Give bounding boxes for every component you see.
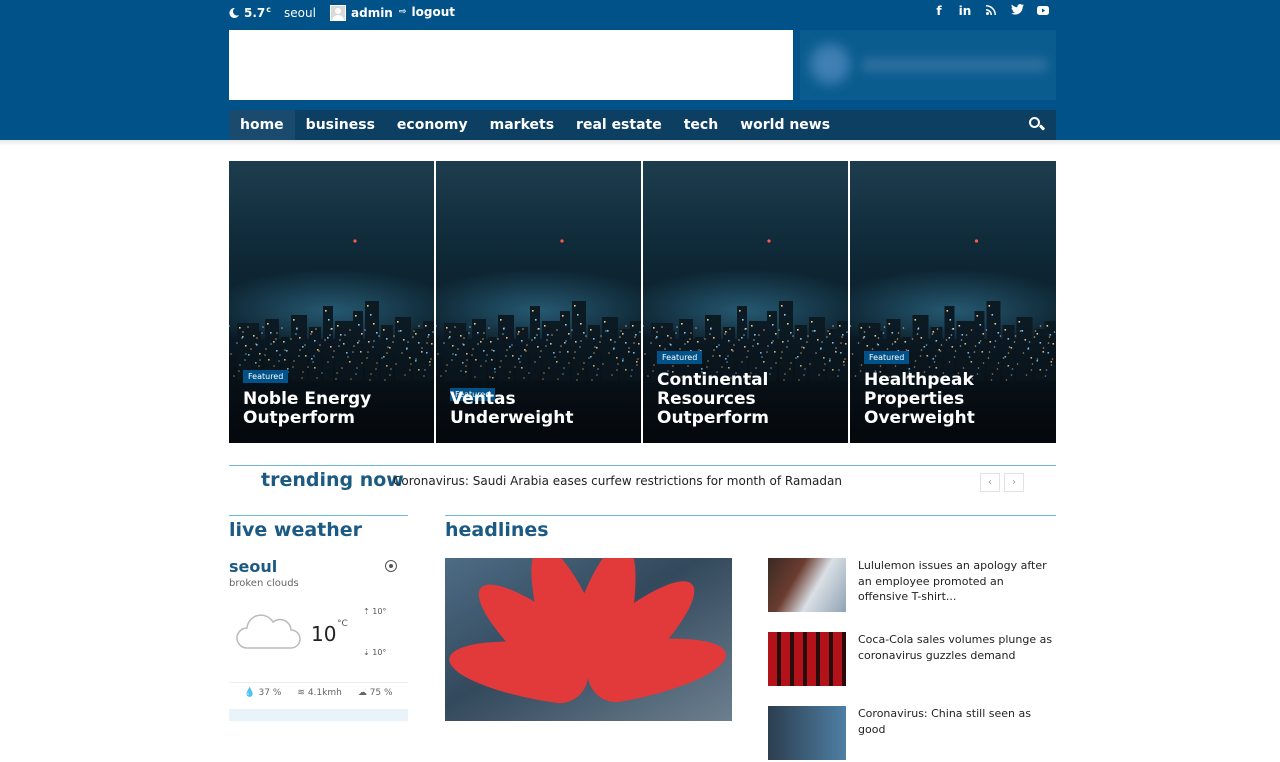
live-weather-widget: live weather seoul broken clouds 10 °C ⇡…	[229, 515, 408, 721]
nav-real-estate[interactable]: real estate	[565, 110, 673, 140]
weather-unit: °C	[337, 619, 348, 629]
cloudiness-value: 75 %	[369, 687, 393, 698]
humidity: 💧 37 %	[244, 688, 281, 698]
headlines-section-title: headlines	[445, 519, 549, 541]
locate-icon[interactable]	[385, 560, 397, 572]
nav-business[interactable]: business	[295, 110, 386, 140]
featured-card[interactable]: Featured Continental Resources Outperfor…	[643, 161, 848, 443]
weather-description: broken clouds	[229, 578, 299, 589]
trending-bar: trending now Coronavirus: Saudi Arabia e…	[229, 465, 1056, 495]
cloud-small-icon: ☁	[357, 687, 367, 698]
nav-economy[interactable]: economy	[386, 110, 479, 140]
headline-link[interactable]: Lululemon issues an apology after an emp…	[858, 558, 1056, 614]
headline-list-item[interactable]: Coca-Cola sales volumes plunge as corona…	[768, 632, 1056, 688]
wind-value: 4.1kmh	[307, 687, 342, 698]
top-bar: 5.7c seoul admin ⇨ logout f in	[229, 0, 1056, 24]
featured-grid: Featured Noble Energy Outperform Feature…	[229, 161, 1056, 443]
top-temperature: 5.7	[244, 6, 266, 20]
twitter-icon[interactable]	[1010, 4, 1024, 18]
user-menu[interactable]: admin	[330, 5, 393, 21]
site-header: 5.7c seoul admin ⇨ logout f in	[0, 0, 1280, 110]
news-thumbnail[interactable]	[768, 706, 846, 760]
logout-label[interactable]: logout	[412, 5, 455, 19]
humidity-value: 37 %	[258, 687, 282, 698]
trending-next-button[interactable]: ›	[1004, 473, 1024, 492]
nav-tech[interactable]: tech	[673, 110, 729, 140]
logo-text-blurred	[862, 58, 1047, 72]
featured-card[interactable]: Featured Ventas Underweight	[436, 161, 641, 443]
rss-icon[interactable]	[984, 4, 998, 18]
trending-headline-link[interactable]: Coronavirus: Saudi Arabia eases curfew r…	[393, 474, 842, 488]
cloudiness: ☁ 75 %	[358, 688, 393, 698]
headline-link[interactable]: Coronavirus: China still seen as good	[858, 706, 1056, 762]
top-city: seoul	[284, 5, 316, 20]
featured-badge[interactable]: Featured	[243, 370, 289, 383]
wind: ≋ 4.1kmh	[297, 688, 341, 698]
featured-card[interactable]: Featured Healthpeak Properties Overweigh…	[850, 161, 1056, 443]
main-nav: home business economy markets real estat…	[229, 110, 1056, 140]
logout-icon: ⇨	[399, 7, 407, 17]
site-logo[interactable]	[800, 30, 1056, 100]
moon-icon	[229, 7, 239, 18]
arrow-up-icon: ⇡	[363, 607, 370, 616]
nav-markets[interactable]: markets	[479, 110, 565, 140]
username[interactable]: admin	[351, 6, 393, 20]
featured-title[interactable]: Noble Energy Outperform	[243, 390, 426, 428]
weather-temperature: 10	[311, 622, 337, 646]
weather-low-value: 10°	[372, 648, 387, 657]
search-icon[interactable]	[1028, 116, 1046, 134]
social-links: f in	[932, 4, 1050, 18]
nav-home[interactable]: home	[229, 110, 295, 140]
header-shadow	[0, 140, 1280, 146]
youtube-icon[interactable]	[1036, 4, 1050, 18]
coca-cola-thumbnail[interactable]	[768, 632, 846, 686]
trending-prev-button[interactable]: ‹	[980, 473, 1000, 492]
weather-high: ⇡ 10°	[363, 607, 386, 616]
logout-link[interactable]: ⇨ logout	[399, 5, 455, 19]
wind-icon: ≋	[297, 687, 305, 698]
featured-title[interactable]: Continental Resources Outperform	[657, 371, 840, 428]
featured-badge[interactable]: Featured	[864, 351, 910, 364]
weather-details: 💧 37 % ≋ 4.1kmh ☁ 75 %	[229, 682, 408, 702]
logo-mark	[810, 44, 850, 84]
weather-low: ⇣ 10°	[363, 648, 386, 657]
headline-link[interactable]: Coca-Cola sales volumes plunge as corona…	[858, 632, 1056, 688]
headline-list-item[interactable]: Coronavirus: China still seen as good	[768, 706, 1056, 762]
featured-title[interactable]: Ventas Underweight	[450, 390, 633, 428]
stock-chart-thumbnail[interactable]	[768, 558, 846, 612]
avatar	[330, 5, 346, 21]
ad-banner[interactable]	[229, 30, 793, 100]
featured-title[interactable]: Healthpeak Properties Overweight	[864, 371, 1048, 428]
top-temp-unit: c	[266, 5, 272, 14]
facebook-icon[interactable]: f	[932, 4, 946, 18]
arrow-down-icon: ⇣	[363, 648, 370, 657]
cloud-icon	[236, 614, 301, 649]
main-nav-bar: home business economy markets real estat…	[0, 110, 1280, 140]
nav-world-news[interactable]: world news	[729, 110, 841, 140]
headline-hero-image[interactable]	[445, 558, 732, 721]
featured-badge[interactable]: Featured	[657, 351, 703, 364]
headline-list-item[interactable]: Lululemon issues an apology after an emp…	[768, 558, 1056, 614]
droplet-icon: 💧	[244, 687, 256, 698]
trending-label: trending now	[261, 469, 404, 491]
weather-city: seoul	[229, 557, 278, 576]
weather-widget-mini: 5.7c seoul	[229, 5, 316, 20]
weather-section-title: live weather	[229, 519, 363, 541]
weather-high-value: 10°	[372, 607, 387, 616]
linkedin-icon[interactable]: in	[958, 4, 972, 18]
featured-card[interactable]: Featured Noble Energy Outperform	[229, 161, 434, 443]
headlines-section: headlines Lululemon issues an apology af…	[445, 515, 1056, 760]
weather-forecast-strip	[229, 709, 408, 721]
